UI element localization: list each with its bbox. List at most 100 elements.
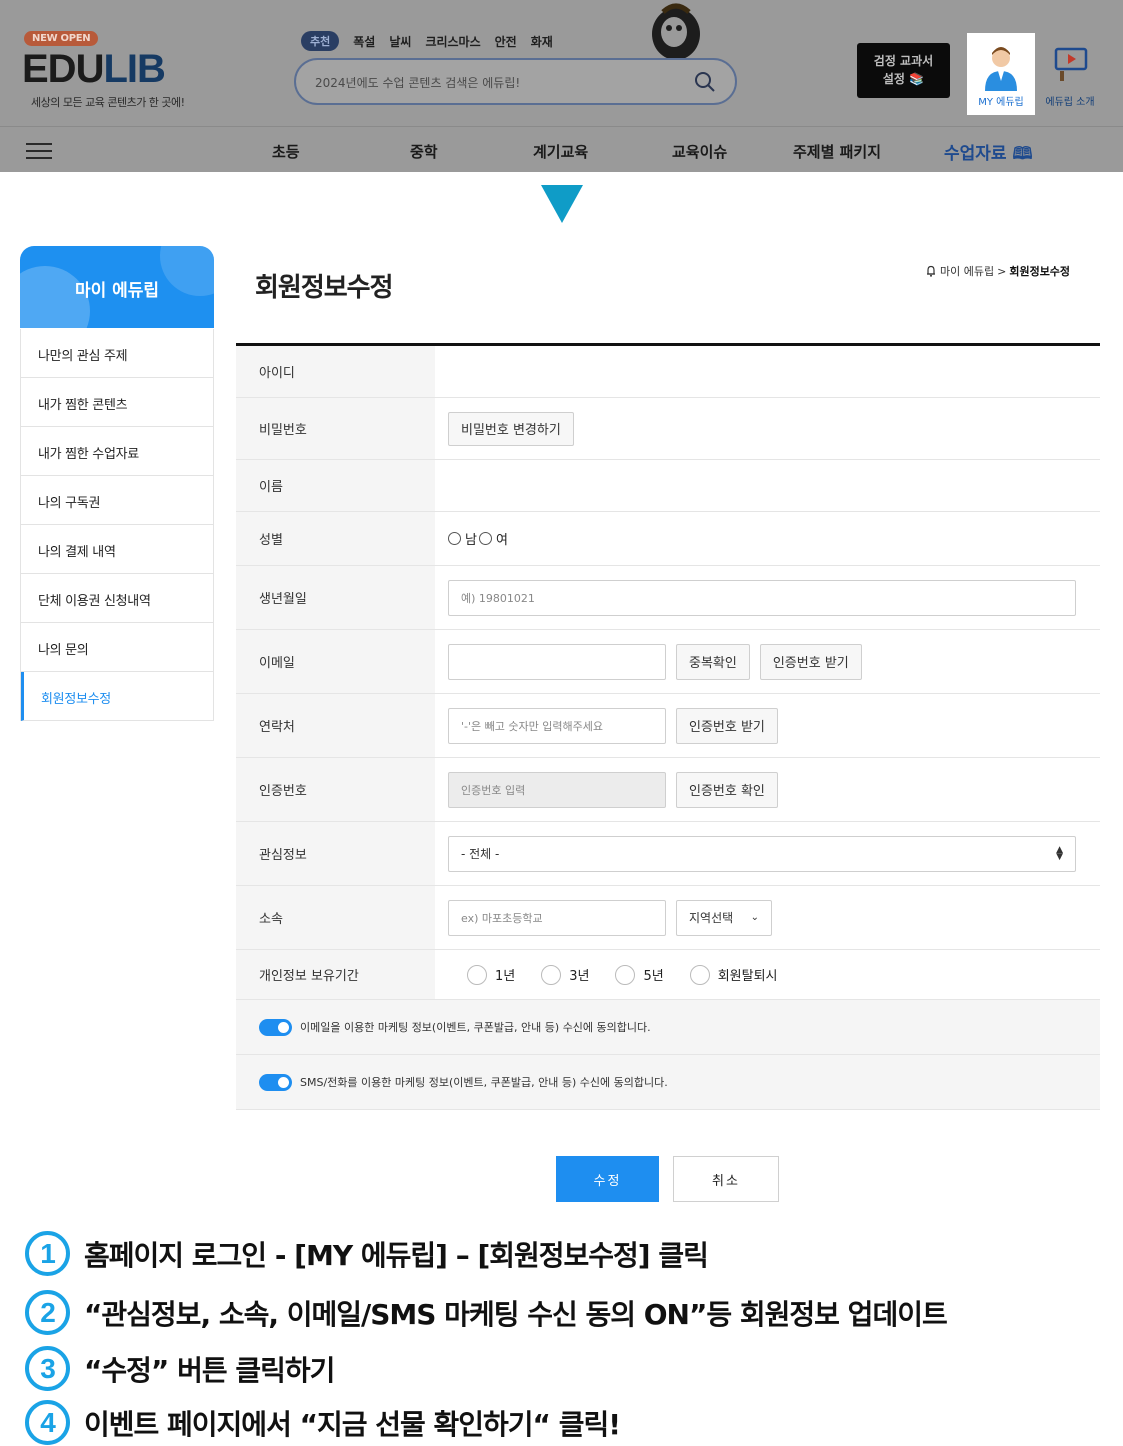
hamburger-menu-icon[interactable] [26,143,52,159]
keyword-link[interactable]: 날씨 [389,33,411,50]
phone-auth-button[interactable]: 인증번호 받기 [676,707,778,744]
retention-option-withdraw[interactable]: 회원탈퇴시 [689,964,778,985]
email-auth-button[interactable]: 인증번호 받기 [759,643,862,680]
retention-radio[interactable] [689,964,710,985]
step-number: 4 [25,1400,70,1445]
region-select-value: 지역선택 [689,911,734,925]
submit-button[interactable]: 수정 [556,1156,659,1202]
row-retention: 개인정보 보유기간 1년 3년 5년 회원탈퇴시 [236,950,1100,1000]
book-icon: 🕮 [1012,144,1033,164]
retention-option-label: 3년 [569,969,590,984]
nav-occasion[interactable]: 계기교육 [533,141,588,162]
logo-edu: EDU [22,47,104,91]
email-input[interactable] [448,643,666,680]
nav-package[interactable]: 주제별 패키지 [793,141,881,162]
keyword-link[interactable]: 화재 [531,33,553,50]
region-select[interactable]: 지역선택 ⌄ [676,899,772,936]
sidebar-item-subscription[interactable]: 나의 구독권 [21,476,213,525]
search-input[interactable]: 2024년에도 수업 콘텐츠 검색은 에듀립! [315,74,520,91]
retention-radio[interactable] [467,964,487,985]
id-value [435,346,1100,397]
interest-select[interactable]: - 전체 - ▲ ▼ [448,835,1076,872]
interest-label: 관심정보 [236,822,435,885]
sidebar-item-payments[interactable]: 나의 결제 내역 [21,525,213,574]
nav-middle[interactable]: 중학 [410,141,438,162]
retention-option-label: 1년 [495,969,516,984]
gender-male-label: 남 [465,533,477,548]
birth-input[interactable]: 예) 19801021 [448,579,1076,616]
cancel-button[interactable]: 취소 [673,1156,779,1202]
penguin-mascot-icon [652,3,700,60]
sidebar-header: 마이 에듀립 [20,246,214,328]
keyword-link[interactable]: 크리스마스 [425,33,480,50]
bell-icon [927,265,935,277]
down-arrow-icon [541,185,583,223]
search-bar[interactable]: 2024년에도 수업 콘텐츠 검색은 에듀립! [294,58,737,105]
sidebar-item-liked-content[interactable]: 내가 찜한 콘텐츠 [21,378,213,427]
phone-input[interactable]: '-'은 빼고 숫자만 입력해주세요 [448,707,666,744]
retention-option-1y[interactable]: 1년 [467,964,516,985]
new-open-badge: NEW OPEN [24,31,99,46]
email-duplicate-check-button[interactable]: 중복확인 [676,643,750,680]
retention-radio[interactable] [615,964,636,985]
email-consent-toggle[interactable] [259,1018,292,1036]
gender-male-radio[interactable] [448,532,461,545]
nav-elementary[interactable]: 초등 [272,141,300,162]
logo-lib: LIB [103,47,165,91]
select-updown-icon: ▲ ▼ [1056,844,1063,862]
textbook-line1: 검정 교과서 [873,54,934,68]
sidebar-item-liked-materials[interactable]: 내가 찜한 수업자료 [21,427,213,476]
row-name: 이름 [236,460,1100,512]
auth-confirm-button[interactable]: 인증번호 확인 [676,771,778,808]
video-intro-icon [1054,47,1088,81]
gender-female-option[interactable]: 여 [478,529,508,548]
retention-radio[interactable] [541,964,562,985]
keyword-tag: 추천 [301,31,340,51]
sidebar-item-inquiry[interactable]: 나의 문의 [21,623,213,672]
auth-code-label: 인증번호 [236,758,435,821]
gender-label: 성별 [236,512,435,565]
row-interest: 관심정보 - 전체 - ▲ ▼ [236,822,1100,886]
retention-option-5y[interactable]: 5년 [615,964,664,985]
gender-male-option[interactable]: 남 [448,529,477,548]
teacher-avatar-icon [985,47,1017,91]
retention-option-3y[interactable]: 3년 [541,964,590,985]
edulib-intro-button[interactable]: 에듀립 소개 [1040,45,1100,115]
page-title: 회원정보수정 [255,273,394,303]
change-password-button[interactable]: 비밀번호 변경하기 [448,411,574,446]
nav-class-materials[interactable]: 수업자료 🕮 [944,139,1033,170]
interest-select-value: - 전체 - [461,847,500,861]
name-value [435,460,1100,511]
phone-label: 연락처 [236,694,435,757]
sms-consent-toggle[interactable] [259,1073,292,1091]
email-marketing-consent: 이메일을 이용한 마케팅 정보(이벤트, 쿠폰발급, 안내 등) 수신에 동의합… [236,1000,1100,1055]
keyword-link[interactable]: 안전 [495,33,517,50]
nav-issue[interactable]: 교육이슈 [672,141,727,162]
recommended-keywords: 추천 폭설 날씨 크리스마스 안전 화재 [301,31,553,51]
textbook-line2: 설정 [882,72,905,86]
row-password: 비밀번호 비밀번호 변경하기 [236,398,1100,460]
step-text: 이벤트 페이지에서 “지금 선물 확인하기“ 클릭! [84,1407,621,1441]
textbook-setting-button[interactable]: 검정 교과서 설정 📚 [857,43,950,98]
gender-female-radio[interactable] [478,532,492,545]
auth-code-input[interactable]: 인증번호 입력 [448,771,666,808]
row-organization: 소속 ex) 마포초등학교 지역선택 ⌄ [236,886,1100,950]
organization-input[interactable]: ex) 마포초등학교 [448,899,666,936]
id-label: 아이디 [236,346,435,397]
breadcrumb-home[interactable]: 마이 에듀립 [940,263,994,279]
sidebar-item-edit-profile[interactable]: 회원정보수정 [21,672,213,721]
books-icon: 📚 [909,72,925,86]
keyword-link[interactable]: 폭설 [353,33,375,50]
textbook-line2-wrap: 설정 📚 [857,70,950,88]
sidebar-item-group-pass[interactable]: 단체 이용권 신청내역 [21,574,213,623]
sidebar-item-interest[interactable]: 나만의 관심 주제 [21,329,213,378]
row-id: 아이디 [236,346,1100,398]
sidebar-menu: 나만의 관심 주제 내가 찜한 콘텐츠 내가 찜한 수업자료 나의 구독권 나의… [20,329,214,721]
my-edulib-button[interactable]: MY 에듀립 [967,33,1035,115]
sms-consent-text: SMS/전화를 이용한 마케팅 정보(이벤트, 쿠폰발급, 안내 등) 수신에 … [300,1076,668,1089]
search-icon[interactable] [693,70,717,94]
password-label: 비밀번호 [236,398,435,459]
step-2: 2 “관심정보, 소속, 이메일/SMS 마케팅 수신 동의 ON”등 회원정보… [25,1290,948,1335]
edulib-logo[interactable]: EDULIB [22,47,166,92]
retention-label: 개인정보 보유기간 [236,950,435,999]
